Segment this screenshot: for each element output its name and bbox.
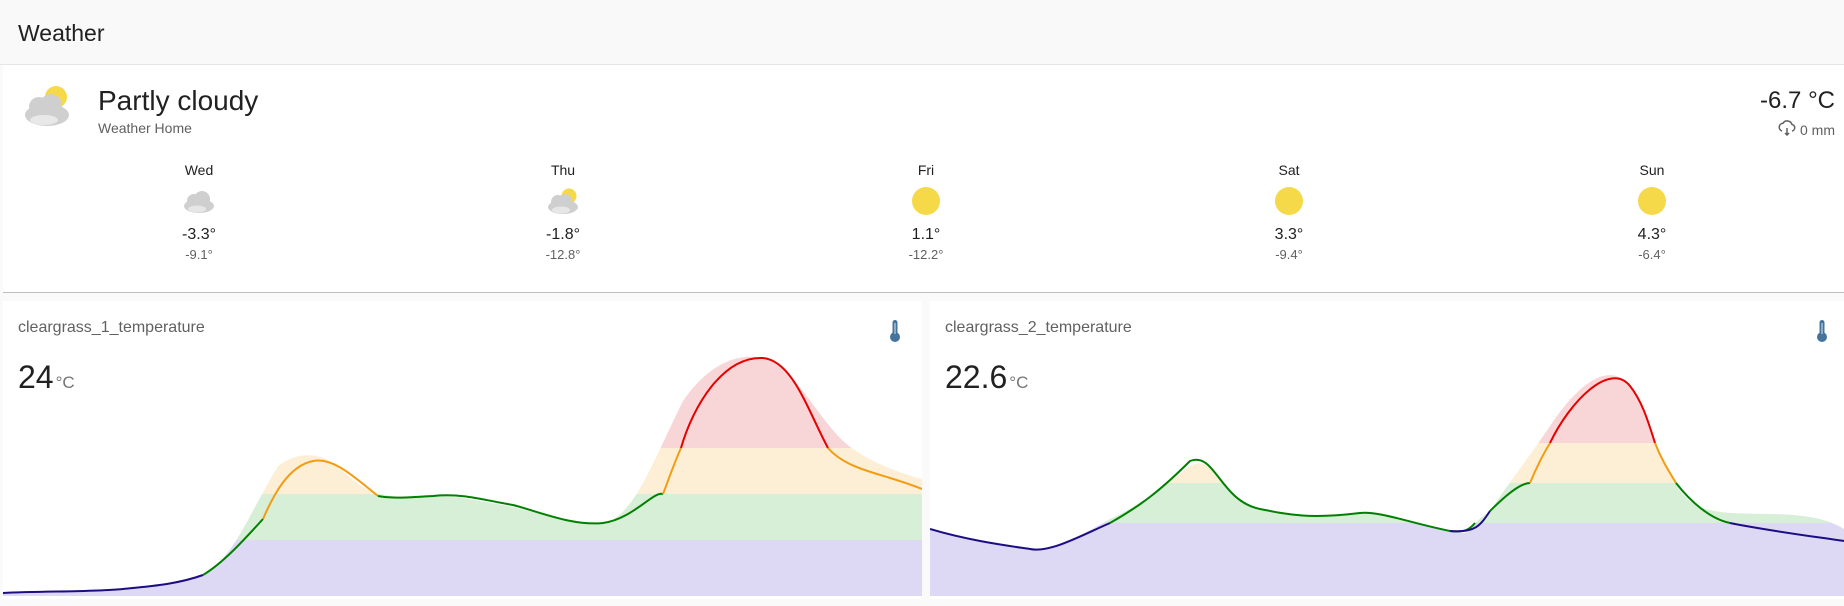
weather-forecast-card[interactable]: Partly cloudy Weather Home -6.7 °C 0 mm … [3,65,1844,293]
cloudy-icon [139,180,259,222]
sunny-icon [1229,180,1349,222]
forecast-day-name: Sun [1639,162,1665,178]
sensor-history-graph [3,356,922,596]
forecast-low: -9.1° [185,247,213,262]
current-condition: Partly cloudy [98,85,259,116]
forecast-row: Wed -3.3° -9.1° Thu -1.8° -12.8° Fri 1.1… [3,160,1844,290]
forecast-high: -1.8° [546,226,580,243]
forecast-low: -12.8° [545,247,581,262]
partly-cloudy-icon [21,83,75,136]
partly-cloudy-icon [503,180,623,222]
precipitation-value: 0 mm [1800,121,1835,138]
forecast-day: Wed -3.3° -9.1° [139,160,259,264]
page-title: Weather [18,20,105,46]
forecast-low: -9.4° [1275,247,1303,262]
sensor-history-graph [930,375,1844,596]
sensor-card[interactable]: cleargrass_1_temperature 24 °C [3,301,922,599]
forecast-day: Sun 4.3° -6.4° [1592,160,1712,264]
forecast-day-name: Sat [1278,162,1300,178]
forecast-day: Thu -1.8° -12.8° [503,160,623,264]
sunny-icon [866,180,986,222]
forecast-high: 1.1° [911,226,941,243]
forecast-high: 4.3° [1637,226,1667,243]
rain-cloud-icon [1778,120,1796,139]
forecast-low: -6.4° [1638,247,1666,262]
current-precipitation: 0 mm [1778,120,1835,139]
forecast-day: Fri 1.1° -12.2° [866,160,986,264]
forecast-day-name: Fri [917,162,935,178]
forecast-day-name: Thu [550,162,576,178]
forecast-day-name: Wed [184,162,214,178]
forecast-low: -12.2° [908,247,944,262]
forecast-high: -3.3° [182,226,216,243]
sunny-icon [1592,180,1712,222]
sensor-card[interactable]: cleargrass_2_temperature 22.6 °C [930,301,1844,599]
forecast-high: 3.3° [1274,226,1304,243]
page-header: Weather [0,0,1844,65]
current-temperature: -6.7 °C [1760,87,1835,114]
weather-entity-name: Weather Home [98,120,192,136]
forecast-day: Sat 3.3° -9.4° [1229,160,1349,264]
